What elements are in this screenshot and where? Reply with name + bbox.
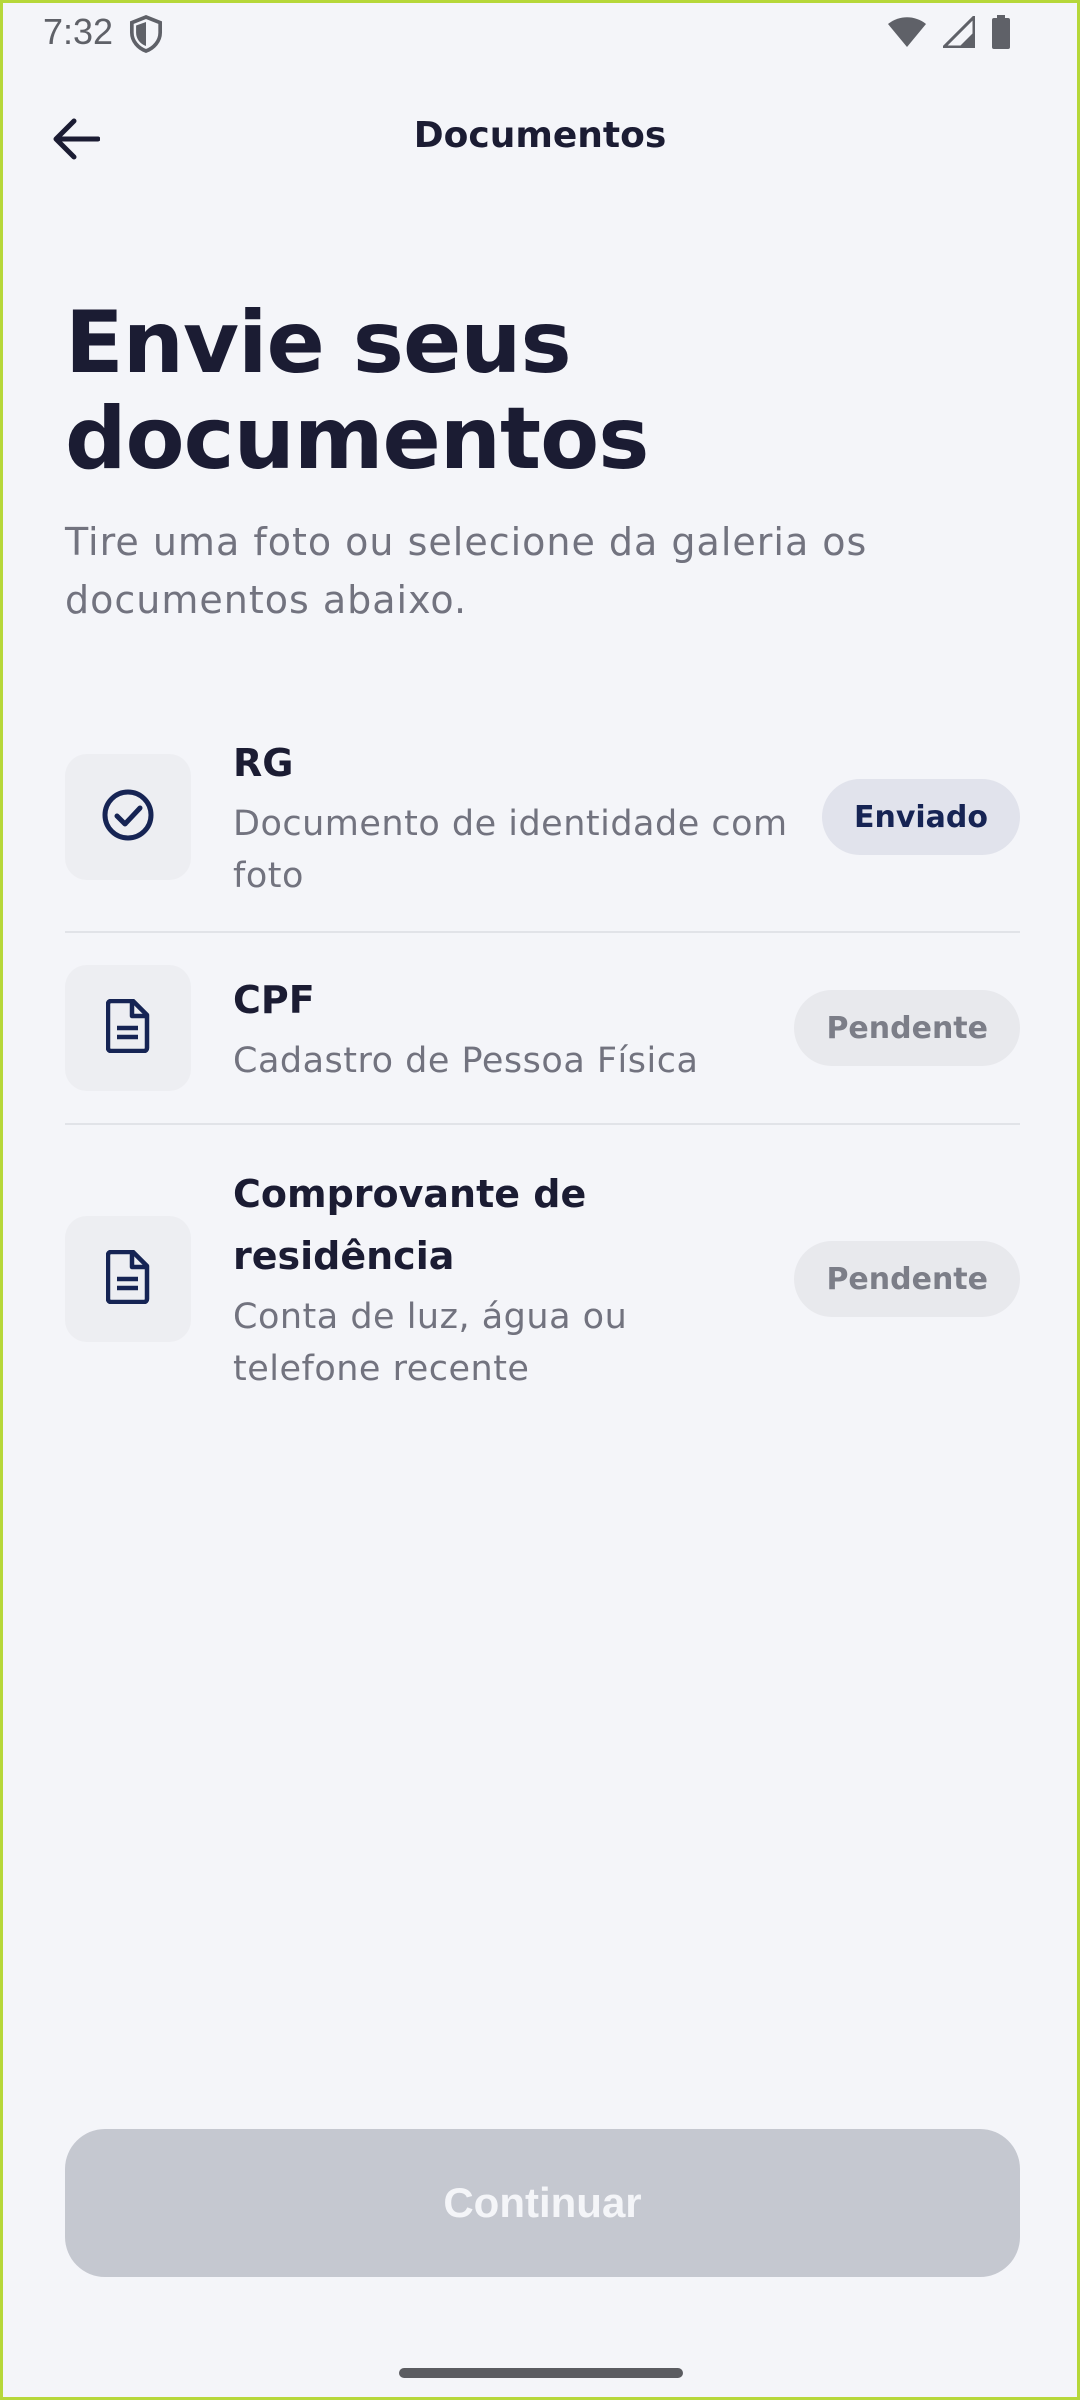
page-heading: Envie seus documentos — [65, 295, 965, 487]
document-name: CPF — [233, 978, 315, 1022]
document-item-cpf[interactable]: CPF Cadastro de Pessoa Física Pendente — [65, 933, 1020, 1125]
signal-icon — [940, 13, 976, 52]
status-bar: 7:32 — [3, 3, 1077, 63]
document-icon — [105, 998, 150, 1057]
document-name: Comprovante de residência — [233, 1172, 587, 1278]
page-title: Documentos — [413, 115, 667, 156]
status-badge-sent: Enviado — [821, 779, 1020, 855]
shield-icon — [129, 15, 163, 57]
home-indicator[interactable] — [399, 2368, 683, 2378]
status-time: 7:32 — [43, 11, 114, 52]
status-badge-pending: Pendente — [794, 1241, 1020, 1317]
app-bar: Documentos — [3, 93, 1077, 183]
document-item-comprovante-residencia[interactable]: Comprovante de residência Conta de luz, … — [65, 1125, 1020, 1433]
document-description: Cadastro de Pessoa Física — [233, 1041, 699, 1081]
document-icon-box — [65, 965, 191, 1091]
battery-icon — [991, 15, 1011, 53]
document-item-rg[interactable]: RG Documento de identidade com foto Envi… — [65, 703, 1020, 933]
document-name: RG — [233, 741, 294, 785]
page-subtitle: Tire uma foto ou selecione da galeria os… — [65, 520, 868, 622]
heading-line-1: Envie seus — [65, 293, 572, 393]
document-text: Comprovante de residência Conta de luz, … — [233, 1163, 794, 1395]
document-icon-box — [65, 754, 191, 880]
document-text: RG Documento de identidade com foto — [233, 732, 822, 902]
status-badge-pending: Pendente — [794, 990, 1020, 1066]
document-icon — [105, 1249, 150, 1308]
heading-line-2: documentos — [65, 389, 649, 489]
document-description: Documento de identidade com foto — [233, 804, 788, 896]
document-icon-box — [65, 1216, 191, 1342]
wifi-icon — [887, 16, 927, 52]
document-text: CPF Cadastro de Pessoa Física — [233, 969, 794, 1087]
status-icons — [887, 13, 1011, 53]
document-description: Conta de luz, água ou telefone recente — [233, 1297, 628, 1389]
check-circle-icon — [101, 788, 155, 846]
document-list: RG Documento de identidade com foto Envi… — [65, 703, 1020, 1433]
continue-button[interactable]: Continuar — [65, 2129, 1020, 2277]
